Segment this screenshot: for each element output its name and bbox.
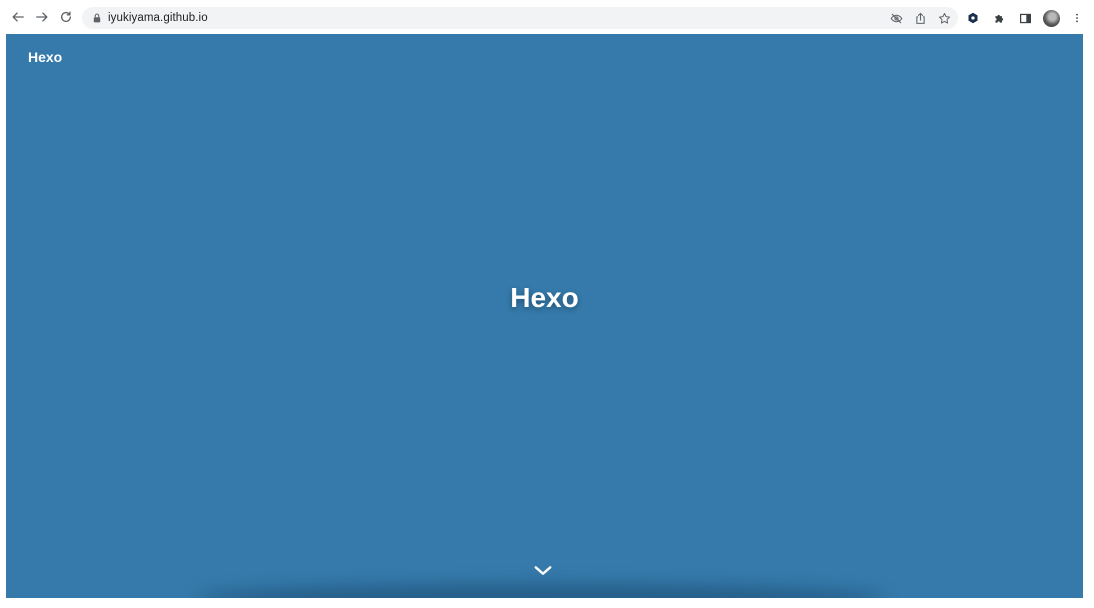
share-icon[interactable] <box>912 10 928 26</box>
eye-off-icon[interactable] <box>888 10 904 26</box>
extension-hexagon-icon[interactable] <box>964 9 982 27</box>
url-text[interactable]: iyukiyama.github.io <box>108 12 208 24</box>
hero-title: Hexo <box>510 282 579 313</box>
star-icon[interactable] <box>936 10 952 26</box>
profile-avatar[interactable] <box>1042 9 1060 27</box>
forward-arrow-icon[interactable] <box>30 5 54 29</box>
reload-icon[interactable] <box>54 5 78 29</box>
window-bottom-edge <box>0 598 1094 608</box>
browser-toolbar: iyukiyama.github.io <box>0 0 1094 34</box>
kebab-menu-icon[interactable] <box>1068 9 1086 27</box>
address-bar[interactable]: iyukiyama.github.io <box>82 7 958 29</box>
site-brand-link[interactable]: Hexo <box>28 49 62 65</box>
side-panel-icon[interactable] <box>1016 9 1034 27</box>
content-card-shadow <box>196 584 886 598</box>
window-right-edge <box>1083 34 1094 608</box>
chevron-down-icon[interactable] <box>532 562 554 578</box>
back-arrow-icon[interactable] <box>6 5 30 29</box>
hero-header: Hexo Hexo <box>6 34 1083 598</box>
puzzle-icon[interactable] <box>990 9 1008 27</box>
lock-icon[interactable] <box>92 12 102 24</box>
